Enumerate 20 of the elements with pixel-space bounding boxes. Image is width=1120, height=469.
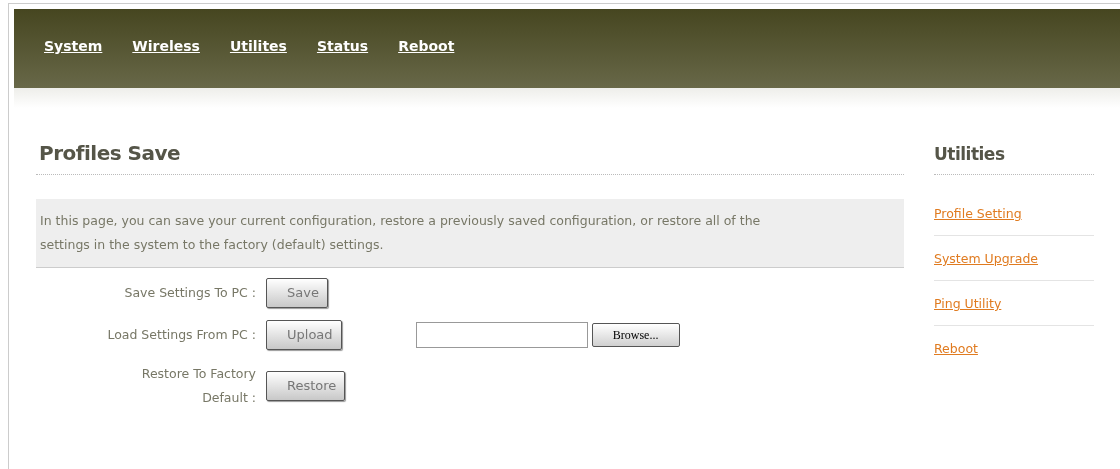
field-label: Load Settings From PC : xyxy=(106,326,257,344)
description-text: In this page, you can save your current configuration, restore a previously saved configuration, or restore all of the settings in the system to the factory (default) settings. xyxy=(36,199,904,268)
sidebar-link[interactable]: Reboot xyxy=(934,341,978,356)
page-title: Profiles Save xyxy=(38,140,182,167)
action-button[interactable]: Upload xyxy=(266,320,342,350)
field-label: Restore To Factory Default : xyxy=(140,365,257,407)
field-label: Save Settings To PC : xyxy=(123,284,257,302)
action-button[interactable]: Save xyxy=(266,278,328,308)
nav-link[interactable]: Reboot xyxy=(398,36,455,57)
nav-link[interactable]: Utilites xyxy=(229,36,287,57)
nav-link[interactable]: Status xyxy=(316,36,369,57)
file-path-field[interactable] xyxy=(415,322,588,348)
nav-link[interactable]: System xyxy=(44,36,103,57)
action-button[interactable]: Restore xyxy=(266,371,346,401)
sidebar-title: Utilities xyxy=(934,143,1006,166)
nav-link[interactable]: Wireless xyxy=(132,36,200,57)
sidebar-link[interactable]: Ping Utility xyxy=(934,296,1002,311)
sidebar-link[interactable]: Profile Setting xyxy=(934,206,1022,221)
sidebar-link[interactable]: System Upgrade xyxy=(934,251,1039,266)
browse-button[interactable]: Browse... xyxy=(591,323,680,347)
